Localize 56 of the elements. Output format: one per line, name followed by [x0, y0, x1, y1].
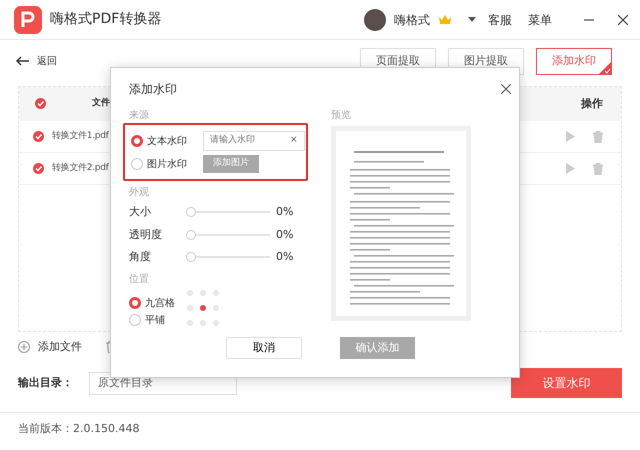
- output-label: 输出目录：: [18, 374, 73, 391]
- dialog-title: 添加水印: [129, 81, 177, 98]
- radio-button[interactable]: [129, 314, 141, 326]
- version-text: 当前版本：2.0.150.448: [18, 422, 140, 435]
- radio-button[interactable]: [129, 297, 141, 309]
- checkbox[interactable]: [33, 163, 44, 174]
- section-heading: 来源: [129, 108, 150, 123]
- section-heading: 位置: [129, 272, 150, 286]
- app-logo: [14, 6, 42, 34]
- cancel-button[interactable]: 取消: [226, 337, 302, 359]
- clear-button[interactable]: ×: [290, 134, 298, 148]
- close-icon[interactable]: [618, 14, 628, 24]
- caret-icon[interactable]: [468, 17, 476, 22]
- slider-value: 0%: [276, 226, 294, 242]
- file-name: 转换文件2.pdf: [52, 162, 108, 175]
- add-icon[interactable]: [18, 341, 30, 353]
- watermark-text-field[interactable]: 请输入水印 ×: [203, 131, 305, 151]
- slider-value: 0%: [276, 204, 294, 220]
- option-label[interactable]: 九宫格: [145, 296, 175, 310]
- option-label[interactable]: 平铺: [145, 312, 165, 328]
- slider-thumb[interactable]: [186, 252, 196, 262]
- back-link[interactable]: 返回: [37, 54, 57, 68]
- app-title: 嗨格式PDF转换器: [50, 10, 162, 29]
- play-icon[interactable]: [566, 163, 575, 174]
- slider-label: 大小: [129, 204, 152, 220]
- position-dot[interactable]: [200, 304, 206, 310]
- add-file-link[interactable]: 添加文件: [38, 338, 82, 356]
- trash-icon[interactable]: [593, 162, 603, 174]
- option-label[interactable]: 图片水印: [147, 156, 187, 172]
- slider-thumb[interactable]: [186, 207, 196, 218]
- tab[interactable]: 添加水印: [536, 48, 612, 74]
- slider-value: 0%: [276, 249, 294, 265]
- crown-icon: [438, 14, 452, 25]
- file-name: 转换文件1.pdf: [52, 130, 108, 143]
- user-name[interactable]: 嗨格式: [394, 10, 430, 28]
- radio-button[interactable]: [131, 135, 143, 147]
- checkbox[interactable]: [33, 131, 44, 142]
- slider-thumb[interactable]: [186, 230, 196, 240]
- back-arrow-icon[interactable]: [16, 56, 29, 66]
- slider-label: 透明度: [129, 226, 163, 242]
- play-icon[interactable]: [566, 131, 575, 142]
- slider-label: 角度: [129, 249, 152, 265]
- column-header: 操作: [581, 96, 603, 112]
- radio-button[interactable]: [131, 158, 143, 170]
- check-corner-icon: [598, 60, 612, 74]
- section-heading: 预览: [331, 109, 352, 123]
- set-watermark-button[interactable]: 设置水印: [511, 368, 622, 398]
- user-avatar[interactable]: [364, 8, 386, 30]
- close-icon[interactable]: [501, 84, 511, 94]
- menu-link[interactable]: 客服: [488, 10, 512, 28]
- column-header: 文件: [92, 97, 110, 110]
- section-heading: 外观: [129, 186, 150, 200]
- trash-icon[interactable]: [593, 130, 603, 142]
- option-label[interactable]: 文本水印: [147, 134, 187, 148]
- menu-link[interactable]: 菜单: [528, 10, 552, 28]
- checkbox[interactable]: [35, 98, 46, 110]
